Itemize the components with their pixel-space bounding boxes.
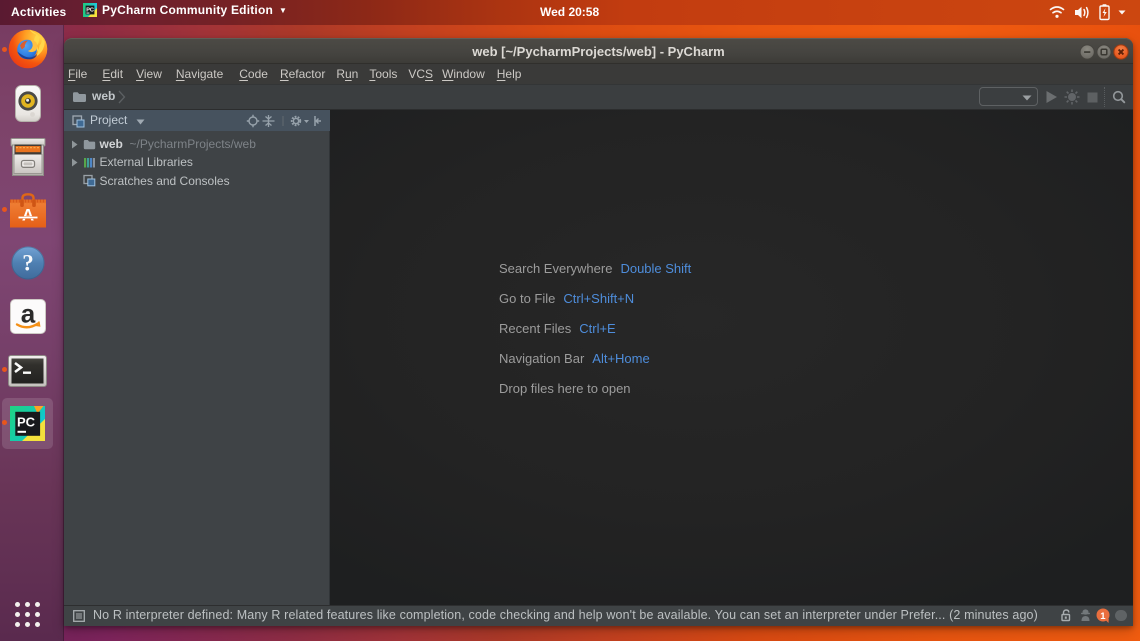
svg-text:PC: PC	[17, 414, 36, 429]
svg-text:A: A	[21, 206, 33, 225]
svg-text:1: 1	[1100, 611, 1106, 622]
svg-text:?: ?	[22, 251, 34, 276]
svg-text:a: a	[21, 299, 36, 329]
